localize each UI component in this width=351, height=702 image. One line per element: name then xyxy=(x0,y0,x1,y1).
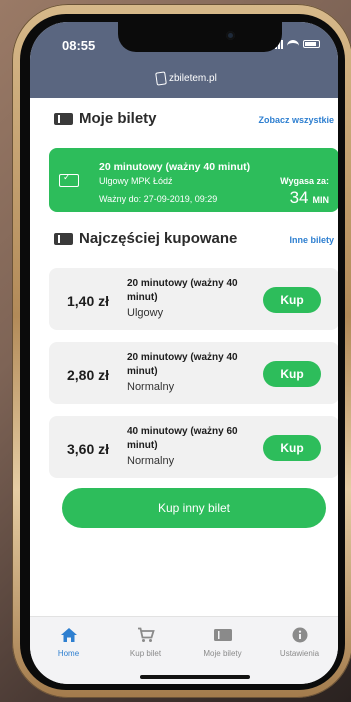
offer-type: Ulgowy xyxy=(127,307,164,319)
home-icon xyxy=(60,628,77,642)
active-ticket-name: 20 minutowy (ważny 40 minut) xyxy=(99,161,251,173)
buy-button[interactable]: Kup xyxy=(263,435,321,461)
expires-value: 34 xyxy=(289,188,309,207)
active-ticket-card[interactable]: 20 minutowy (ważny 40 minut) Ulgowy MPK … xyxy=(49,148,338,212)
notch xyxy=(118,22,282,52)
my-tickets-title: Moje bilety xyxy=(54,110,157,127)
expires-unit: MIN xyxy=(312,195,330,205)
tab-my-tickets[interactable]: Moje bilety xyxy=(184,627,261,658)
popular-title-text: Najczęściej kupowane xyxy=(79,230,238,247)
my-tickets-title-text: Moje bilety xyxy=(79,110,157,127)
tab-home[interactable]: Home xyxy=(30,627,107,658)
offer-name: 40 minutowy (ważny 60 minut) xyxy=(127,426,238,451)
active-ticket-valid-until: Ważny do: 27-09-2019, 09:29 xyxy=(99,194,218,204)
tab-settings[interactable]: Ustawienia xyxy=(261,627,338,658)
home-indicator xyxy=(140,675,250,679)
offer-price: 3,60 zł xyxy=(67,441,110,457)
camera-icon xyxy=(226,31,235,40)
cart-icon xyxy=(137,627,155,642)
offer-price: 1,40 zł xyxy=(67,293,110,309)
tab-buy-ticket[interactable]: Kup bilet xyxy=(107,627,184,658)
ticket-icon xyxy=(54,112,73,125)
buy-other-ticket-button[interactable]: Kup inny bilet xyxy=(62,488,326,528)
ticket-icon xyxy=(213,629,232,641)
app-screen: 08:55 zbiletem.pl Moje bilety Zobacz wsz… xyxy=(30,22,338,684)
popular-title: Najczęściej kupowane xyxy=(54,230,237,247)
active-ticket-tariff: Ulgowy MPK Łódź xyxy=(99,176,173,186)
battery-icon xyxy=(303,40,320,48)
other-tickets-link[interactable]: Inne bilety xyxy=(289,235,334,245)
tab-label: Home xyxy=(57,649,80,658)
ticket-icon xyxy=(54,232,73,245)
app-logo: zbiletem.pl xyxy=(155,71,217,86)
expires-countdown: 34 MIN xyxy=(290,188,329,208)
offer-type: Normalny xyxy=(127,381,175,393)
buy-button[interactable]: Kup xyxy=(263,287,321,313)
offer-type: Normalny xyxy=(127,455,175,467)
offer-name: 20 minutowy (ważny 40 minut) xyxy=(127,278,238,303)
wifi-icon xyxy=(287,39,299,49)
offer-price: 2,80 zł xyxy=(67,367,110,383)
ticket-offer: 1,40 zł 20 minutowy (ważny 40 minut) Ulg… xyxy=(49,268,338,330)
tab-label: Kup bilet xyxy=(129,649,162,658)
see-all-link[interactable]: Zobacz wszystkie xyxy=(258,115,334,125)
ticket-offer: 2,80 zł 20 minutowy (ważny 40 minut) Nor… xyxy=(49,342,338,404)
tab-label: Moje bilety xyxy=(203,649,242,658)
logo-ticket-icon xyxy=(155,71,167,86)
info-icon xyxy=(292,627,307,643)
buy-button[interactable]: Kup xyxy=(263,361,321,387)
ticket-check-icon xyxy=(59,172,79,187)
expires-label: Wygasa za: xyxy=(280,176,329,186)
offer-name: 20 minutowy (ważny 40 minut) xyxy=(127,352,238,377)
status-time: 08:55 xyxy=(62,38,96,53)
ticket-offer: 3,60 zł 40 minutowy (ważny 60 minut) Nor… xyxy=(49,416,338,478)
tab-bar: Home Kup bilet Moje bilety Ustawienia xyxy=(30,616,338,684)
logo-text: zbiletem.pl xyxy=(169,73,217,84)
tab-label: Ustawienia xyxy=(279,649,320,658)
